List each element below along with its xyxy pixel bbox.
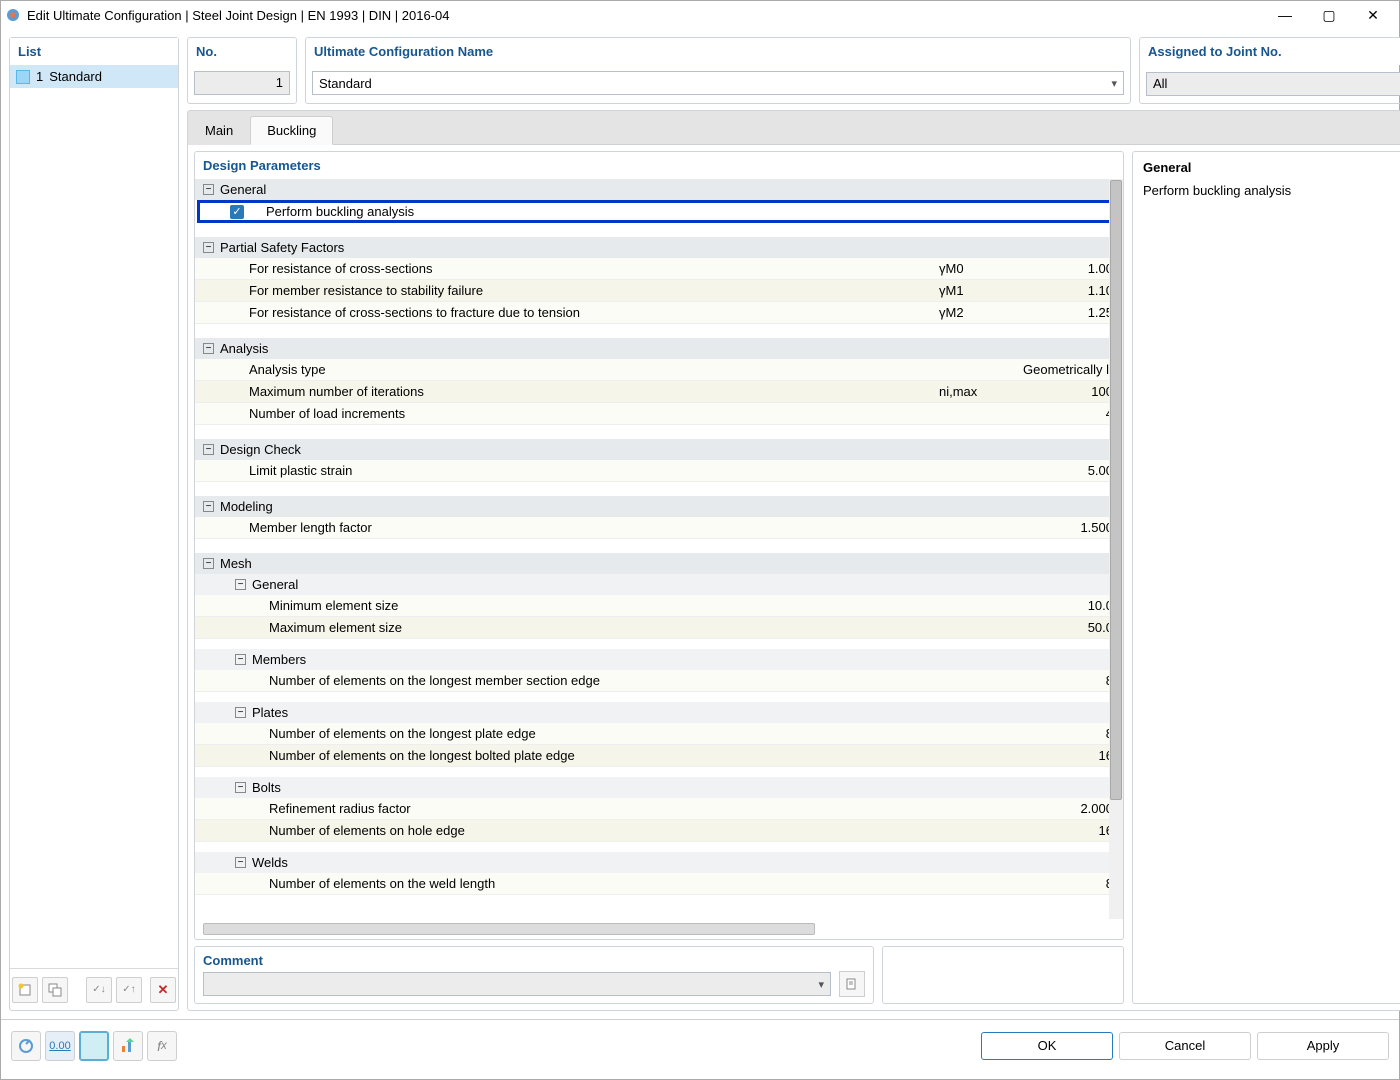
- table-row: For resistance of cross-sectionsγM01.00: [195, 258, 1123, 280]
- scrollbar-horizontal[interactable]: [203, 923, 815, 935]
- delete-config-icon[interactable]: ✕: [150, 977, 176, 1003]
- minus-icon[interactable]: −: [203, 242, 214, 253]
- apply-button[interactable]: Apply: [1257, 1032, 1389, 1060]
- config-name-value: Standard: [319, 76, 372, 91]
- table-row: Member length factor1.500: [195, 517, 1123, 539]
- table-row: Number of load increments4: [195, 403, 1123, 425]
- joint-label: Assigned to Joint No.: [1140, 38, 1400, 65]
- check-down-icon[interactable]: ✓↓: [86, 977, 112, 1003]
- row-perform-buckling[interactable]: Perform buckling analysis: [197, 200, 1121, 223]
- subgroup-mesh-plates[interactable]: −Plates: [195, 702, 1123, 723]
- structure-icon[interactable]: [113, 1031, 143, 1061]
- list-item[interactable]: 1 Standard: [10, 65, 178, 88]
- minus-icon[interactable]: −: [235, 707, 246, 718]
- minimize-button[interactable]: —: [1263, 1, 1307, 29]
- subgroup-mesh-general[interactable]: −General: [195, 574, 1123, 595]
- ok-button[interactable]: OK: [981, 1032, 1113, 1060]
- chevron-down-icon[interactable]: ▾: [818, 978, 824, 991]
- comment-library-icon[interactable]: [839, 971, 865, 997]
- table-row: Analysis typeGeometrically lin: [195, 359, 1123, 381]
- copy-config-icon[interactable]: [42, 977, 68, 1003]
- new-config-icon[interactable]: [12, 977, 38, 1003]
- minus-icon[interactable]: −: [235, 857, 246, 868]
- no-input[interactable]: 1: [194, 71, 290, 95]
- chevron-down-icon[interactable]: ▾: [1111, 77, 1117, 90]
- function-icon[interactable]: fx: [147, 1031, 177, 1061]
- list-item-label: Standard: [49, 69, 102, 84]
- design-params-heading: Design Parameters: [195, 152, 1123, 179]
- table-row: Number of elements on the longest member…: [195, 670, 1123, 692]
- group-modeling[interactable]: −Modeling: [195, 496, 1123, 517]
- info-heading: General: [1143, 160, 1400, 175]
- group-general[interactable]: −General: [195, 179, 1123, 200]
- help-icon[interactable]: [11, 1031, 41, 1061]
- subgroup-mesh-members[interactable]: −Members: [195, 649, 1123, 670]
- table-row: Minimum element size10.0: [195, 595, 1123, 617]
- joint-input[interactable]: All: [1146, 72, 1400, 96]
- list-item-icon: [16, 70, 30, 84]
- maximize-button[interactable]: ▢: [1307, 1, 1351, 29]
- list-heading: List: [10, 38, 178, 65]
- table-row: Number of elements on the longest bolted…: [195, 745, 1123, 767]
- table-row: For member resistance to stability failu…: [195, 280, 1123, 302]
- checkbox-icon[interactable]: [230, 205, 244, 219]
- table-row: Maximum element size50.0: [195, 617, 1123, 639]
- minus-icon[interactable]: −: [235, 782, 246, 793]
- list-item-number: 1: [36, 69, 43, 84]
- no-label: No.: [188, 38, 296, 65]
- minus-icon[interactable]: −: [203, 343, 214, 354]
- group-psf[interactable]: −Partial Safety Factors: [195, 237, 1123, 258]
- minus-icon[interactable]: −: [203, 444, 214, 455]
- table-row: For resistance of cross-sections to frac…: [195, 302, 1123, 324]
- table-row: Number of elements on hole edge16: [195, 820, 1123, 842]
- table-row: Maximum number of iterationsni,max100: [195, 381, 1123, 403]
- cancel-button[interactable]: Cancel: [1119, 1032, 1251, 1060]
- subgroup-mesh-bolts[interactable]: −Bolts: [195, 777, 1123, 798]
- tab-buckling[interactable]: Buckling: [250, 116, 333, 145]
- window-title: Edit Ultimate Configuration | Steel Join…: [27, 8, 1263, 23]
- comment-input[interactable]: ▾: [203, 972, 831, 996]
- minus-icon[interactable]: −: [235, 579, 246, 590]
- scrollbar-vertical[interactable]: [1109, 179, 1123, 919]
- table-row: Number of elements on the longest plate …: [195, 723, 1123, 745]
- view-mode-icon[interactable]: [79, 1031, 109, 1061]
- comment-label: Comment: [203, 953, 865, 968]
- table-row: Limit plastic strain5.00: [195, 460, 1123, 482]
- units-icon[interactable]: 0.00: [45, 1031, 75, 1061]
- tab-main[interactable]: Main: [188, 116, 250, 145]
- subgroup-mesh-welds[interactable]: −Welds: [195, 852, 1123, 873]
- table-row: Number of elements on the weld length8: [195, 873, 1123, 895]
- group-analysis[interactable]: −Analysis: [195, 338, 1123, 359]
- minus-icon[interactable]: −: [203, 184, 214, 195]
- info-text: Perform buckling analysis: [1143, 183, 1400, 198]
- group-design-check[interactable]: −Design Check: [195, 439, 1123, 460]
- check-up-icon[interactable]: ✓↑: [116, 977, 142, 1003]
- minus-icon[interactable]: −: [203, 558, 214, 569]
- table-row: Refinement radius factor2.000: [195, 798, 1123, 820]
- config-name-input[interactable]: Standard ▾: [312, 71, 1124, 95]
- minus-icon[interactable]: −: [203, 501, 214, 512]
- config-name-label: Ultimate Configuration Name: [306, 38, 1130, 65]
- close-button[interactable]: ✕: [1351, 1, 1395, 29]
- minus-icon[interactable]: −: [235, 654, 246, 665]
- group-mesh[interactable]: −Mesh: [195, 553, 1123, 574]
- app-icon: [5, 7, 21, 23]
